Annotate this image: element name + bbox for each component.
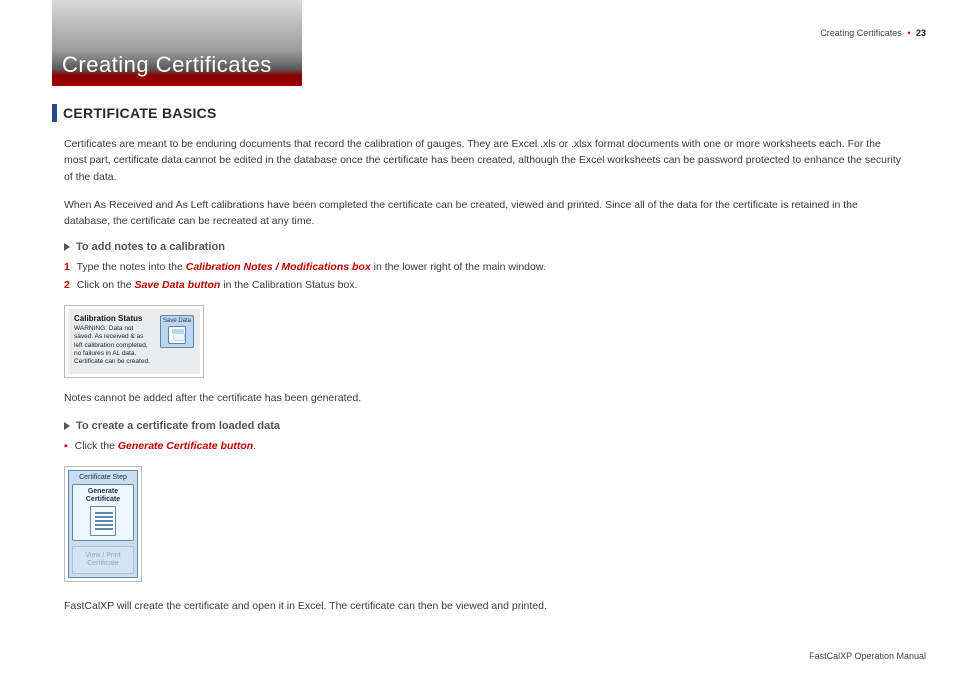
floppy-disk-icon xyxy=(168,326,186,344)
section-accent-bar xyxy=(52,104,57,122)
procedure-title: To add notes to a calibration xyxy=(76,241,225,253)
paragraph: FastCalXP will create the certificate an… xyxy=(52,598,904,614)
step-text: Click on the xyxy=(77,279,135,291)
document-icon xyxy=(90,506,116,536)
certificate-step-panel: Certificate Step Generate Certificate Vi… xyxy=(68,470,138,578)
step-text: Type the notes into the xyxy=(77,261,186,273)
step-number: 1 xyxy=(64,261,70,273)
panel-title: Certificate Step xyxy=(72,474,134,481)
button-label: Certificate xyxy=(75,560,131,568)
step: 2 Click on the Save Data button in the C… xyxy=(64,279,904,291)
panel-body-text: WARNING: Data not saved. As received & a… xyxy=(74,325,152,366)
ui-reference: Save Data button xyxy=(135,279,221,291)
running-head: Creating Certificates • 23 xyxy=(820,28,926,38)
step-text: in the Calibration Status box. xyxy=(223,279,357,291)
button-label: Generate xyxy=(75,488,131,496)
step: ▪ Click the Generate Certificate button. xyxy=(64,440,904,452)
button-label: View / Print xyxy=(75,552,131,560)
procedure-heading: To create a certificate from loaded data xyxy=(64,420,904,432)
triangle-icon xyxy=(64,422,70,430)
step-text: . xyxy=(253,440,256,452)
view-print-certificate-button[interactable]: View / Print Certificate xyxy=(72,546,134,573)
screenshot-certificate-step: Certificate Step Generate Certificate Vi… xyxy=(64,466,142,582)
note-text: Notes cannot be added after the certific… xyxy=(64,392,904,404)
procedure-title: To create a certificate from loaded data xyxy=(76,420,280,432)
section-title: CERTIFICATE BASICS xyxy=(63,105,217,121)
running-head-section: Creating Certificates xyxy=(820,28,902,38)
calibration-status-panel: Calibration Status WARNING: Data not sav… xyxy=(68,309,200,374)
page-content: CERTIFICATE BASICS Certificates are mean… xyxy=(52,104,904,626)
ui-reference: Generate Certificate button xyxy=(118,440,253,452)
procedure-heading: To add notes to a calibration xyxy=(64,241,904,253)
save-data-button[interactable]: Save Data xyxy=(160,315,194,348)
section-header: CERTIFICATE BASICS xyxy=(52,104,904,122)
footer-manual-title: FastCalXP Operation Manual xyxy=(809,651,926,661)
screenshot-calibration-status: Calibration Status WARNING: Data not sav… xyxy=(64,305,204,378)
bullet-icon: • xyxy=(904,28,913,38)
triangle-icon xyxy=(64,243,70,251)
ui-reference: Calibration Notes / Modifications box xyxy=(186,261,371,273)
chapter-title: Creating Certificates xyxy=(62,52,272,78)
step-number: 2 xyxy=(64,279,70,291)
bullet-icon: ▪ xyxy=(64,440,68,452)
paragraph: When As Received and As Left calibration… xyxy=(52,197,904,230)
step: 1 Type the notes into the Calibration No… xyxy=(64,261,904,273)
chapter-banner: Creating Certificates xyxy=(52,0,302,86)
generate-certificate-button[interactable]: Generate Certificate xyxy=(72,484,134,541)
button-label: Certificate xyxy=(75,496,131,504)
step-text: in the lower right of the main window. xyxy=(374,261,546,273)
save-data-label: Save Data xyxy=(161,318,193,324)
page-number: 23 xyxy=(916,28,926,38)
paragraph: Certificates are meant to be enduring do… xyxy=(52,136,904,185)
step-text: Click the xyxy=(75,440,118,452)
